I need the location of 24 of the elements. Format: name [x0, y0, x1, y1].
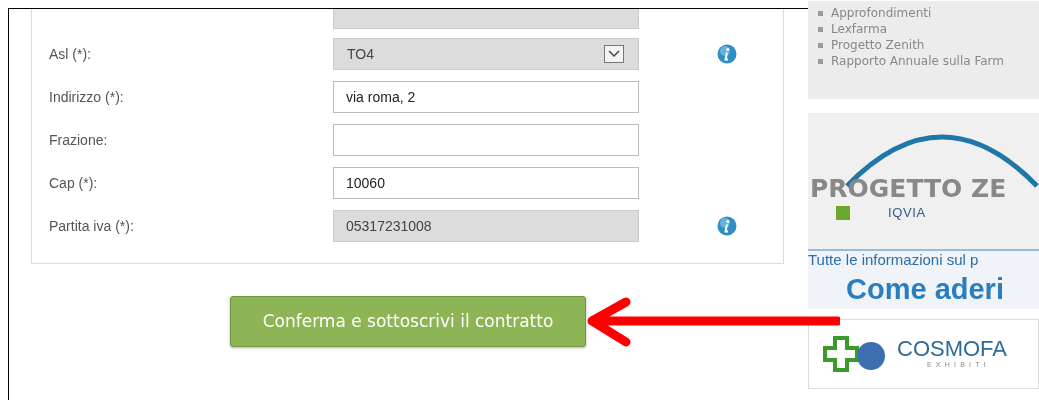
banner-title: PROGETTO ZE	[810, 176, 1007, 201]
input-field[interactable]: 10060	[333, 167, 639, 199]
sidebar-link[interactable]: Lexfarma	[831, 20, 888, 38]
sidebar-link[interactable]: Approfondimenti	[831, 4, 932, 22]
bullet-icon	[818, 10, 823, 16]
banner-caption: Tutte le informazioni sul p	[808, 251, 980, 269]
sidebar-link[interactable]: Progetto Zenith	[831, 36, 925, 54]
partner-logo: IQVIA	[888, 204, 926, 222]
logo-icon	[836, 205, 850, 220]
field-label: Indirizzo (*):	[48, 87, 125, 107]
sidebar-link[interactable]: Rapporto Annuale sulla Farm	[831, 52, 1004, 70]
field-label: Partita iva (*):	[48, 216, 135, 236]
bullet-icon	[818, 26, 823, 32]
banner-title: COSMOFA	[897, 337, 1007, 360]
confirm-button[interactable]: Conferma e sottoscrivi il contratto	[230, 296, 586, 347]
banner-cta[interactable]: Come aderi	[808, 269, 1039, 309]
field-label: Frazione:	[48, 130, 109, 150]
input-field[interactable]	[333, 124, 639, 156]
select-field[interactable]	[333, 9, 639, 29]
bullet-icon	[818, 58, 823, 64]
field-label: Asl (*):	[48, 44, 92, 64]
field-label: Cap (*):	[48, 173, 99, 193]
input-field[interactable]: via roma, 2	[333, 81, 639, 113]
bullet-icon	[818, 42, 823, 48]
